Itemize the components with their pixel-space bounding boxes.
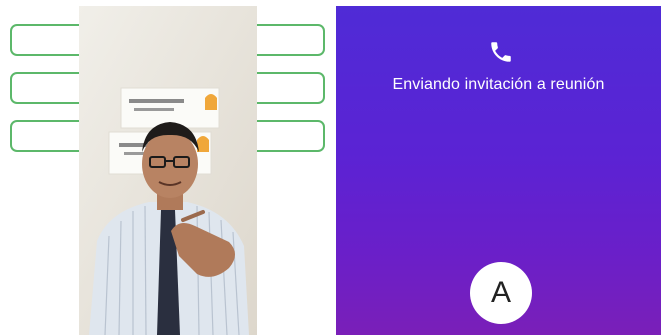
calling-screen: Enviando invitación a reunión A xyxy=(336,6,661,335)
avatar-initial: A xyxy=(490,276,511,309)
call-status-text: Enviando invitación a reunión xyxy=(392,76,605,93)
participant-panel xyxy=(0,0,336,335)
avatar[interactable]: A xyxy=(470,262,532,324)
phone-icon xyxy=(491,42,511,62)
camera-video-feed xyxy=(79,6,257,335)
video-frame-illustration xyxy=(79,6,257,335)
